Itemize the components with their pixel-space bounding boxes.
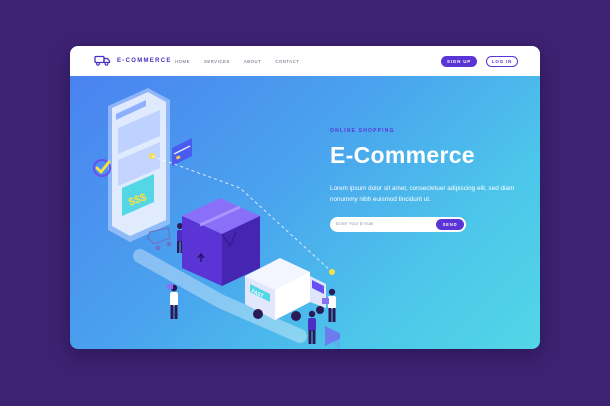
delivery-truck-icon (94, 55, 111, 66)
person-icon (308, 310, 316, 344)
hero-description: Lorem ipsum dolor sit amet, consectetuer… (330, 185, 515, 203)
package-box-icon (182, 198, 260, 286)
log-in-button[interactable]: LOG IN (486, 56, 518, 67)
email-field[interactable] (330, 217, 436, 232)
send-button[interactable]: SEND (436, 219, 464, 230)
landing-page-mockup: E-COMMERCE HOME SERVICES ABOUT CONTACT S… (70, 46, 540, 349)
sign-up-button[interactable]: SIGN UP (441, 56, 477, 67)
logo-text: E-COMMERCE (117, 57, 172, 64)
hero-title: E-Commerce (330, 142, 475, 168)
nav-link-services[interactable]: SERVICES (204, 59, 230, 64)
shopping-cart-icon (147, 227, 172, 251)
dot-marker (329, 269, 335, 275)
logo[interactable]: E-COMMERCE (94, 55, 172, 66)
person-icon (167, 284, 178, 319)
credit-card-icon (172, 138, 192, 166)
ecommerce-illustration: $$$ FAST (93, 88, 340, 349)
nav-menu: HOME SERVICES ABOUT CONTACT (175, 59, 299, 64)
nav-link-contact[interactable]: CONTACT (275, 59, 299, 64)
hero-eyebrow: ONLINE SHOPPING (330, 128, 395, 134)
nav-link-about[interactable]: ABOUT (244, 59, 261, 64)
smartphone-icon (108, 88, 170, 242)
nav-link-home[interactable]: HOME (175, 59, 190, 64)
top-navbar: E-COMMERCE HOME SERVICES ABOUT CONTACT S… (70, 46, 540, 76)
checkmark-icon (93, 159, 111, 177)
email-signup-form: SEND (330, 217, 466, 232)
